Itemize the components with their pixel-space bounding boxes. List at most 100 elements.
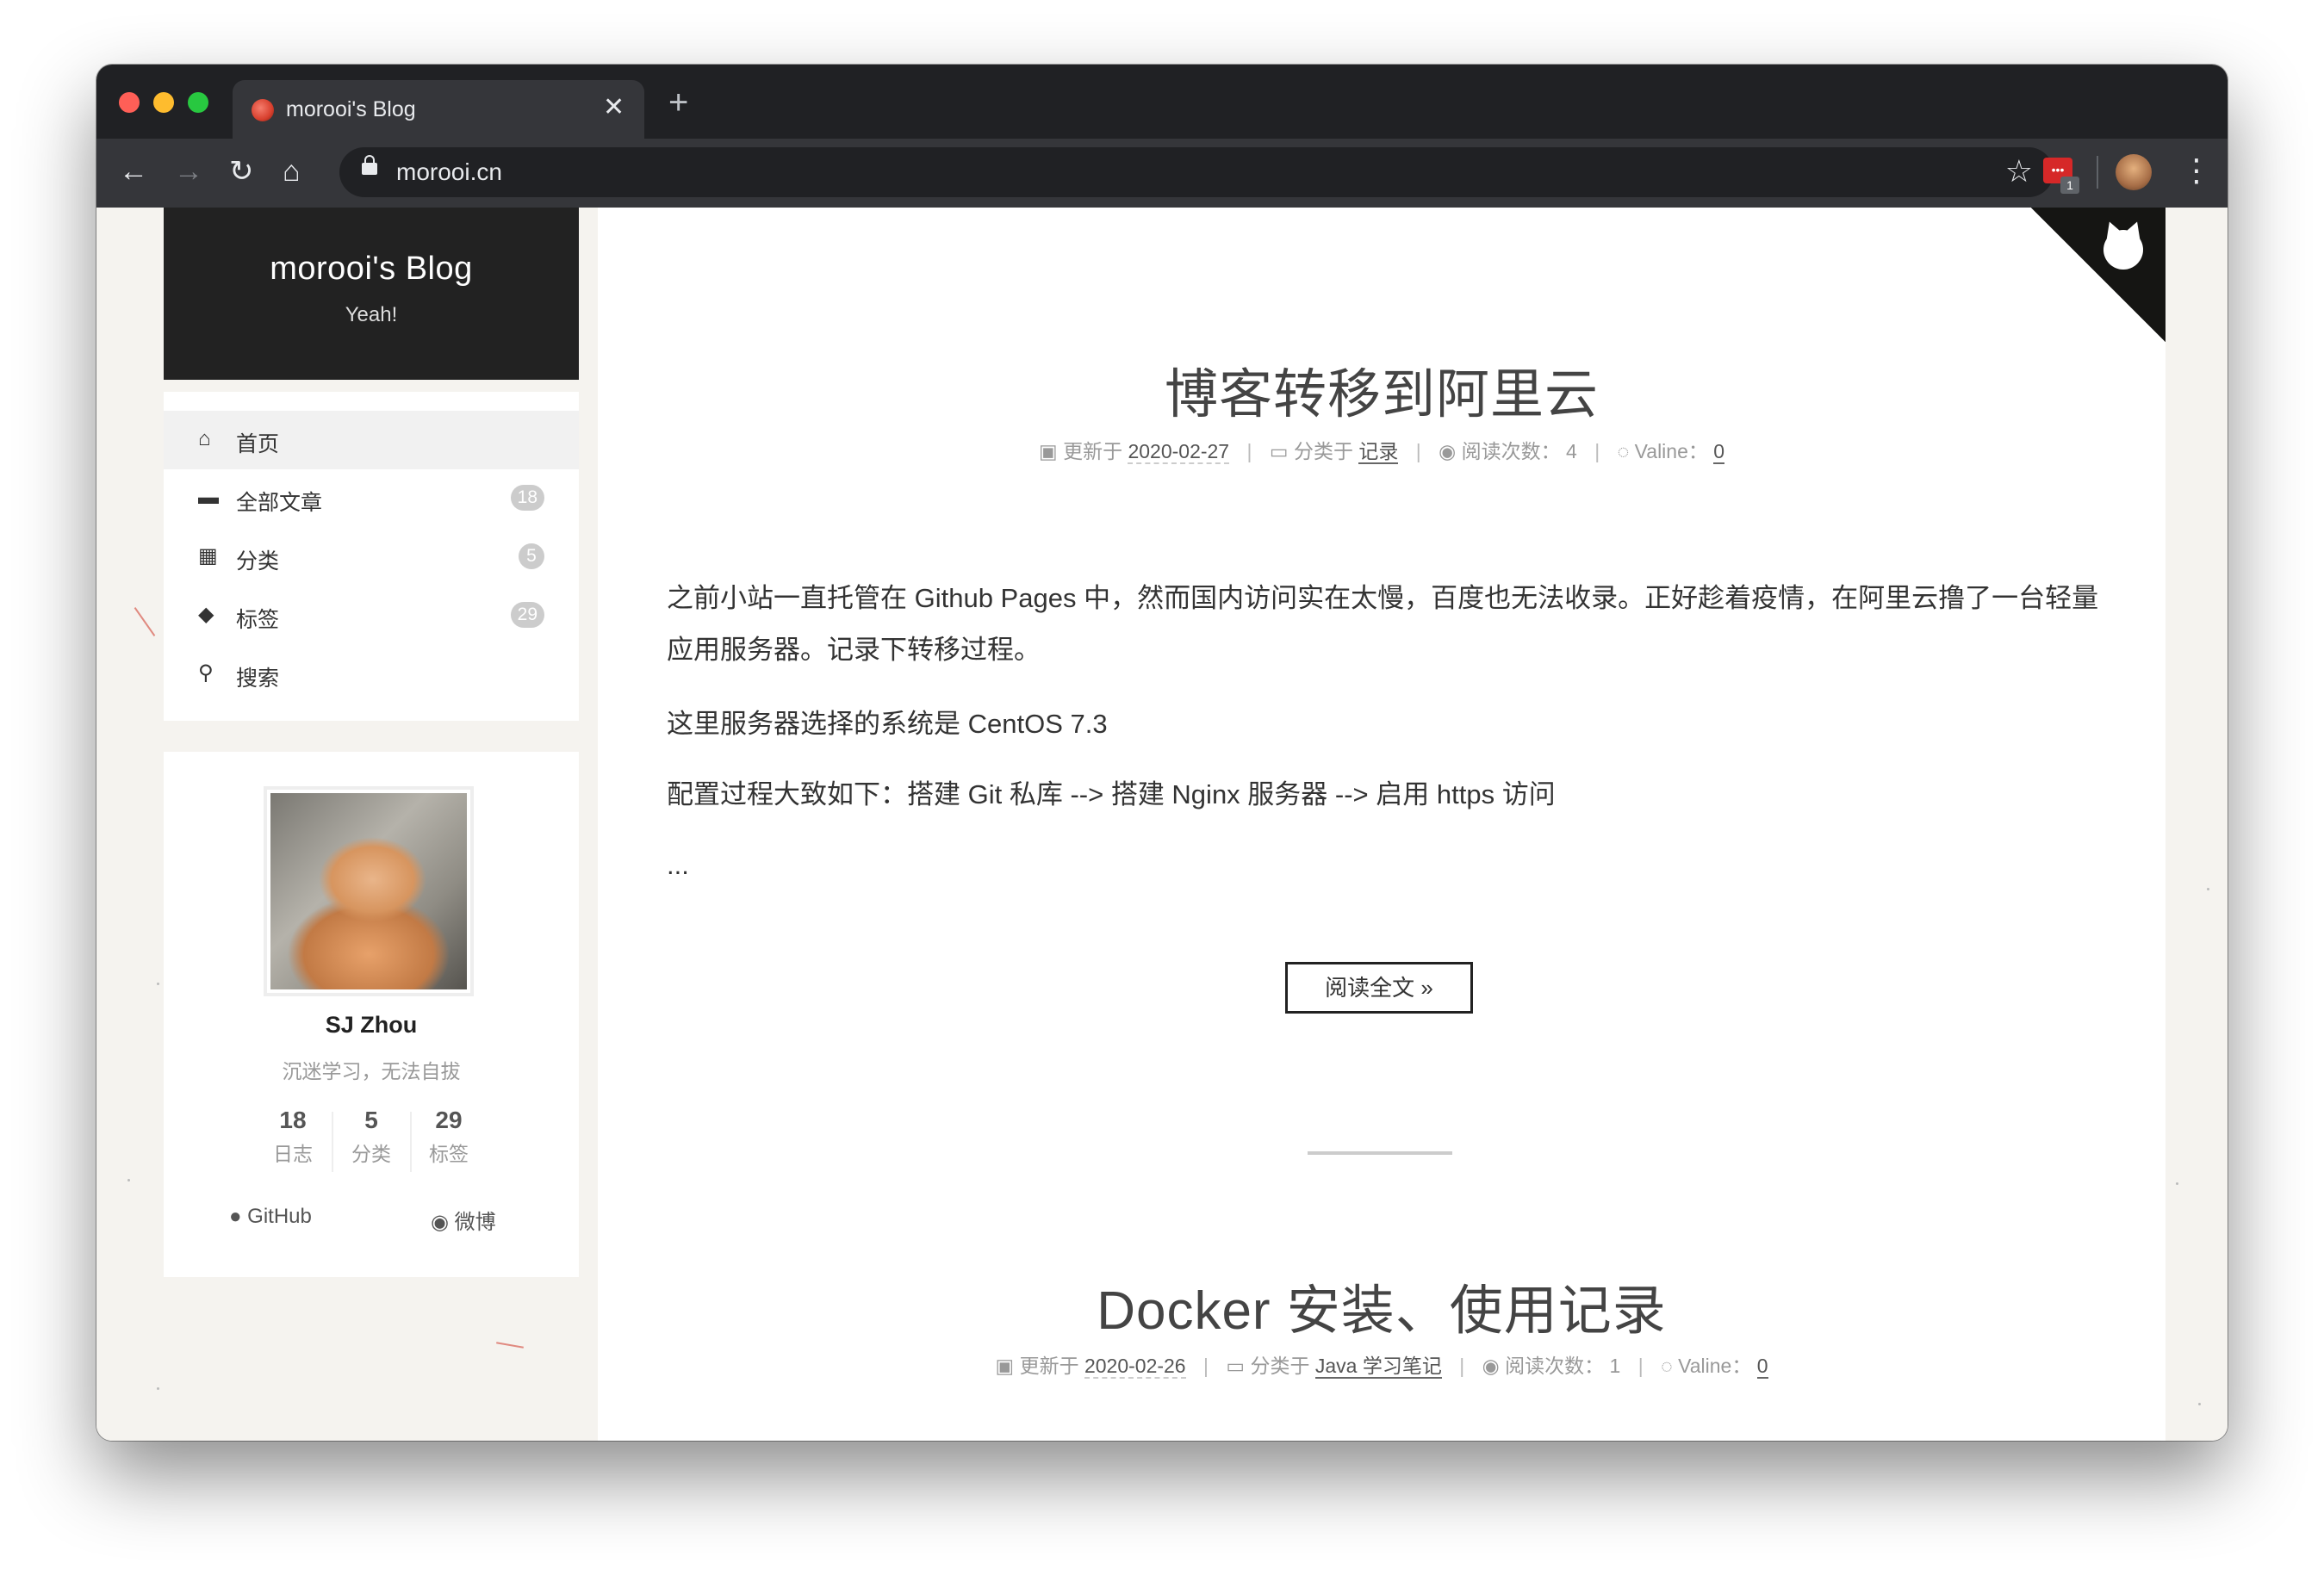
background-dot [2198,1403,2201,1405]
tab-bar: morooi's Blog ✕ + [96,65,2228,139]
close-window-button[interactable] [119,92,140,113]
stat-number: 5 [364,1107,378,1133]
comments-count[interactable]: 0 [1756,1355,1768,1379]
github-icon: ● [229,1205,242,1228]
count-badge: 18 [510,485,544,511]
folder-icon: ▭ [1269,440,1289,462]
comments-label: Valine： [1678,1355,1752,1377]
post-excerpt: ... [667,840,2102,891]
menu-label: 搜索 [236,667,280,691]
menu-item-tags[interactable]: ◆ 标签 29 [164,586,579,645]
menu-label: 全部文章 [236,491,323,515]
views-count: 1 [1609,1355,1621,1377]
stat-number: 18 [279,1107,307,1133]
site-subtitle: Yeah! [345,303,398,326]
background-dot [2207,888,2209,890]
github-corner[interactable] [2031,208,2166,342]
background-line [134,607,156,636]
stat-label: 分类 [351,1143,391,1165]
profile-avatar[interactable] [2116,154,2152,190]
post-title[interactable]: 博客转移到阿里云 [598,350,2166,428]
post-meta: ▣ 更新于 2020-02-27 | ▭ 分类于 记录 | ◉ 阅读次数： 4 … [598,435,2166,464]
octocat-icon [2103,230,2143,270]
background-line [496,1342,524,1349]
extension-badge: 1 [2060,177,2079,194]
menu-label: 标签 [236,608,280,632]
calendar-icon: ▣ [995,1355,1015,1377]
background-dot [127,1179,130,1181]
category-label: 分类于 [1250,1355,1310,1377]
browser-window: morooi's Blog ✕ + ← → ↻ ⌂ morooi.cn ☆ ••… [96,65,2228,1441]
github-link[interactable]: ● GitHub [229,1205,312,1229]
weibo-link[interactable]: ◉ 微博 [431,1205,496,1235]
home-icon[interactable]: ⌂ [283,154,301,189]
count-badge: 29 [510,602,544,628]
views-label: 阅读次数： [1461,440,1561,462]
excerpt-paragraph: 这里服务器选择的系统是 CentOS 7.3 [667,709,1108,739]
browser-menu-icon[interactable]: ⋮ [2181,151,2212,190]
stat-tags[interactable]: 29 标签 [410,1107,488,1167]
folder-icon: ▭ [1226,1355,1246,1377]
eye-icon: ◉ [1482,1355,1500,1377]
read-more-button[interactable]: 阅读全文 » [1285,962,1473,1014]
main-content: 博客转移到阿里云 ▣ 更新于 2020-02-27 | ▭ 分类于 记录 | ◉… [598,208,2166,1441]
site-title[interactable]: morooi's Blog [164,251,579,288]
site-menu: ⌂ 首页 ▬ 全部文章 18 ▦ 分类 5 ◆ 标签 29 ⚲ 搜索 [164,392,579,721]
background-dot [157,1387,159,1390]
comment-icon: ◌ [1617,440,1630,462]
comments-label: Valine： [1634,440,1708,462]
views-count: 4 [1566,440,1577,462]
tab-title: morooi's Blog [286,97,416,121]
post-divider [1308,1151,1452,1155]
author-avatar [264,786,474,996]
reload-icon[interactable]: ↻ [229,154,254,189]
maximize-window-button[interactable] [188,92,208,113]
menu-label: 首页 [236,432,280,456]
page-content: morooi's Blog Yeah! ⌂ 首页 ▬ 全部文章 18 ▦ 分类 … [96,208,2228,1441]
stat-number: 29 [435,1107,463,1133]
grid-icon: ▦ [198,544,218,567]
menu-item-home[interactable]: ⌂ 首页 [164,411,579,469]
post-title[interactable]: Docker 安装、使用记录 [598,1267,2166,1344]
category-link[interactable]: Java 学习笔记 [1314,1355,1442,1379]
address-bar[interactable]: morooi.cn ☆ [339,147,2054,197]
back-arrow-icon[interactable]: ← [119,154,148,189]
post-meta: ▣ 更新于 2020-02-26 | ▭ 分类于 Java 学习笔记 | ◉ 阅… [598,1349,2166,1379]
updated-label: 更新于 [1019,1355,1079,1377]
meta-separator: | [1203,1355,1209,1377]
github-label: GitHub [247,1205,312,1228]
minimize-window-button[interactable] [153,92,174,113]
calendar-icon: ▣ [1038,440,1058,462]
tags-icon: ◆ [198,603,214,626]
browser-tab[interactable]: morooi's Blog ✕ [233,80,644,139]
excerpt-paragraph: ... [667,850,689,880]
meta-separator: | [1594,440,1600,462]
favicon-icon [252,99,274,121]
category-link[interactable]: 记录 [1358,440,1399,464]
menu-item-categories[interactable]: ▦ 分类 5 [164,528,579,586]
stat-posts[interactable]: 18 日志 [254,1107,332,1167]
menu-item-search[interactable]: ⚲ 搜索 [164,645,579,704]
author-card: SJ Zhou 沉迷学习，无法自拔 18 日志 5 分类 29 标签 ● Git… [164,752,579,1277]
menu-item-archives[interactable]: ▬ 全部文章 18 [164,469,579,528]
stat-label: 日志 [273,1143,313,1165]
stat-categories[interactable]: 5 分类 [332,1107,410,1167]
eye-icon: ◉ [1439,440,1457,462]
search-icon: ⚲ [198,661,214,685]
meta-separator: | [1637,1355,1644,1377]
archive-icon: ▬ [198,486,219,509]
lock-icon [362,155,377,175]
post-excerpt: 这里服务器选择的系统是 CentOS 7.3 [667,698,2102,750]
weibo-label: 微博 [454,1211,496,1234]
browser-toolbar: ← → ↻ ⌂ morooi.cn ☆ ••• 1 ⋮ [96,139,2228,208]
comments-count[interactable]: 0 [1713,440,1725,464]
post-excerpt: 配置过程大致如下：搭建 Git 私库 --> 搭建 Nginx 服务器 --> … [667,769,2102,821]
excerpt-paragraph: 配置过程大致如下：搭建 Git 私库 --> 搭建 Nginx 服务器 --> … [667,779,1556,809]
new-tab-button[interactable]: + [668,85,688,120]
weibo-icon: ◉ [431,1211,449,1234]
forward-arrow-icon[interactable]: → [174,154,203,189]
background-dot [2176,1182,2178,1185]
post-date: 2020-02-27 [1128,440,1230,464]
bookmark-star-icon[interactable]: ☆ [2005,154,2033,189]
tab-close-icon[interactable]: ✕ [603,92,624,123]
